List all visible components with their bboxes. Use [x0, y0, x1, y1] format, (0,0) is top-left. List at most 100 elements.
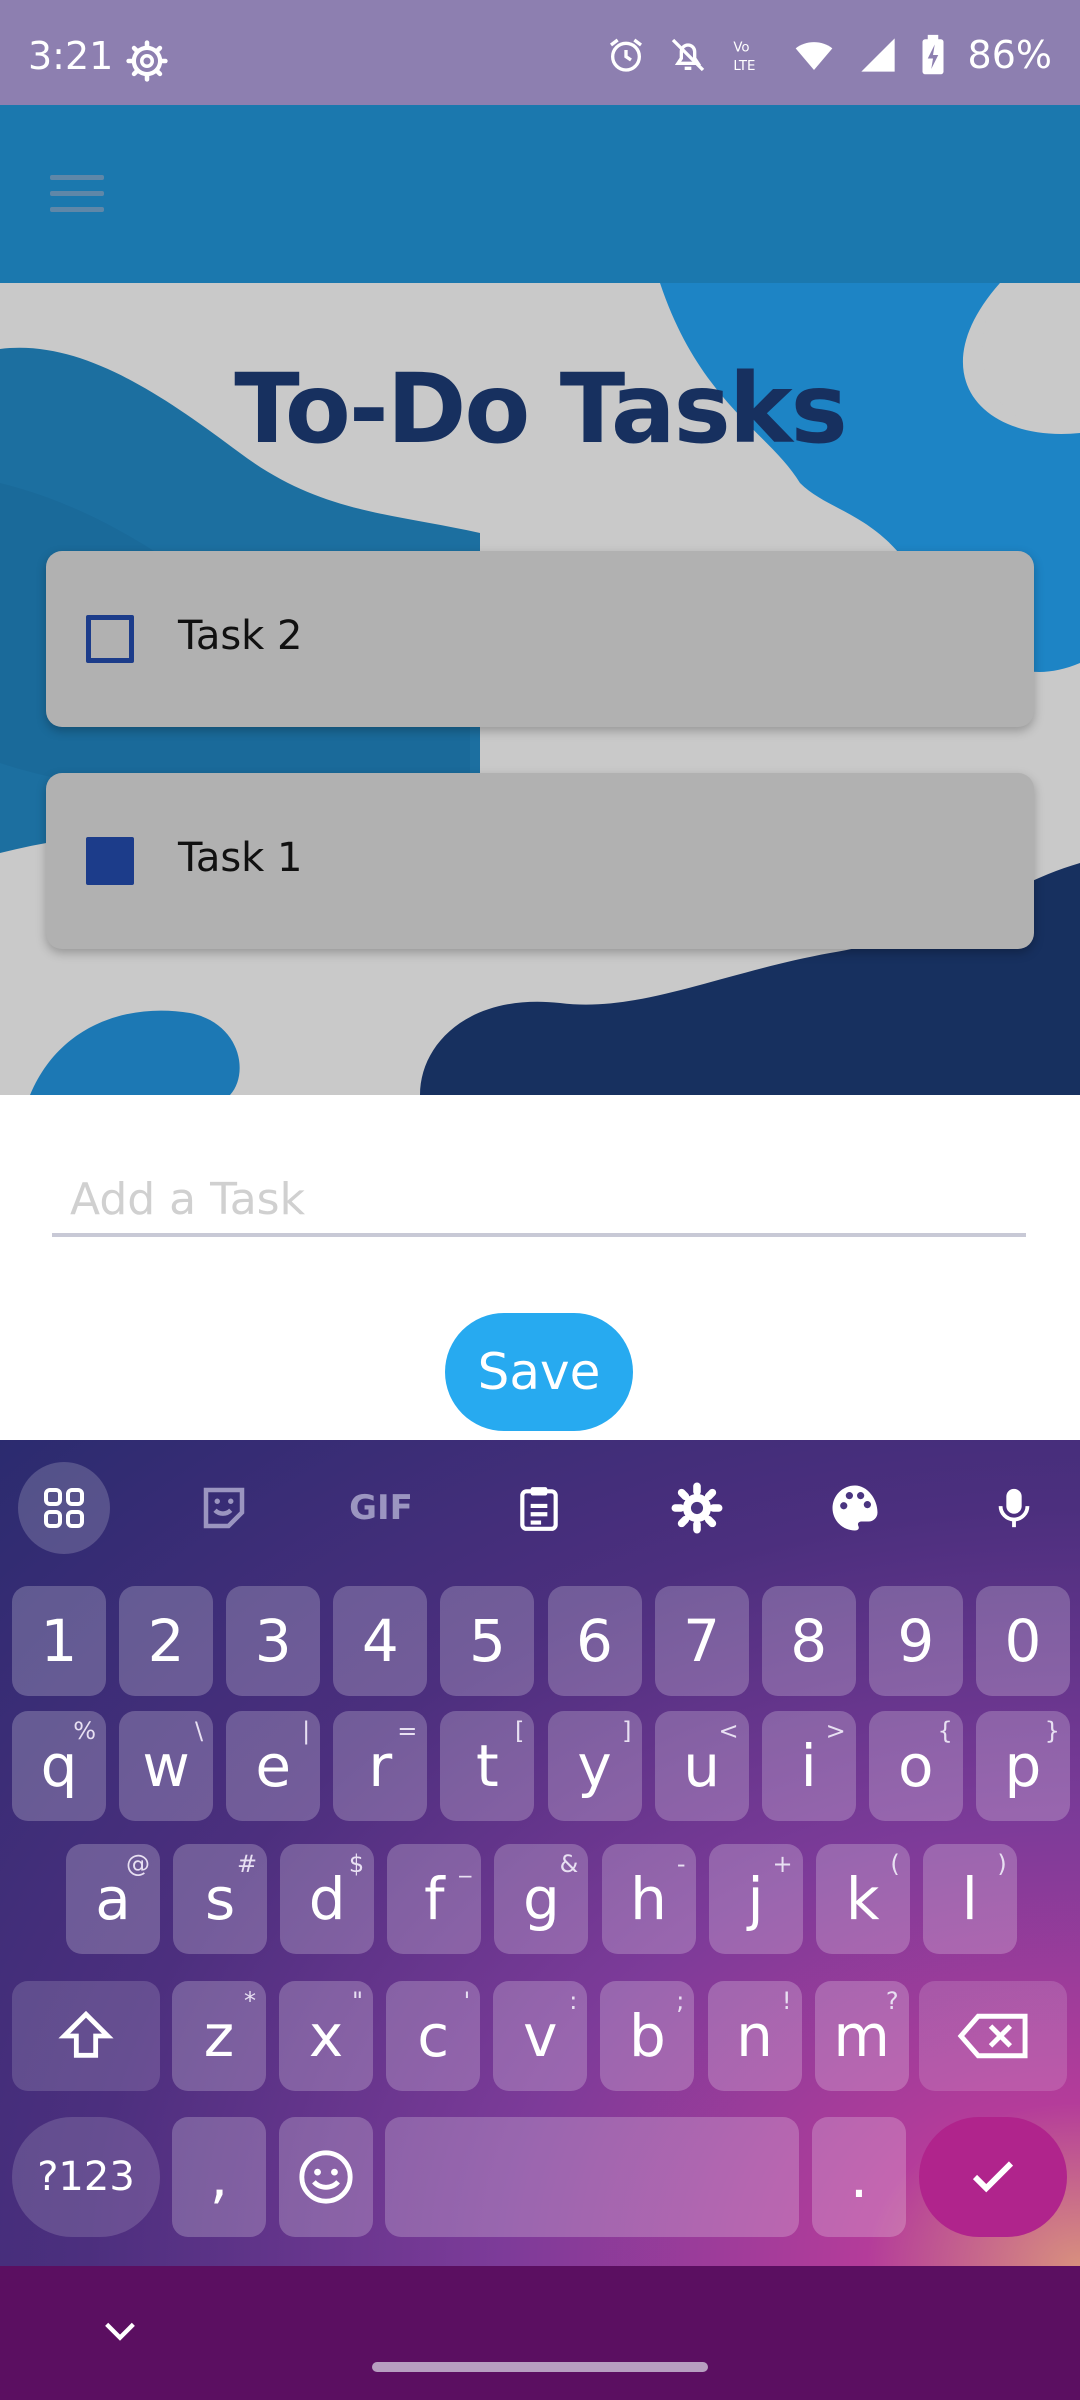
- key-label: e: [255, 1732, 292, 1800]
- symbols-key[interactable]: ?123: [12, 2117, 160, 2237]
- key-hint: $: [348, 1850, 365, 1878]
- keyboard-settings-icon[interactable]: [651, 1462, 743, 1554]
- key[interactable]: u <: [654, 1711, 749, 1821]
- key[interactable]: 8: [761, 1586, 856, 1696]
- key-label: 7: [683, 1607, 721, 1675]
- comma-key[interactable]: ,: [172, 2117, 266, 2237]
- app-bar: [0, 105, 1080, 283]
- key-hint: *: [244, 1987, 256, 2015]
- status-bar: 3:21 Vo LTE 86%: [0, 0, 1080, 105]
- key[interactable]: m?: [814, 1981, 909, 2091]
- key[interactable]: p}: [975, 1711, 1070, 1821]
- hamburger-menu-icon[interactable]: [50, 175, 104, 215]
- key[interactable]: k(: [815, 1844, 910, 1954]
- key[interactable]: j +: [708, 1844, 803, 1954]
- key-label: f: [424, 1865, 445, 1933]
- backspace-key[interactable]: [919, 1981, 1067, 2091]
- emoji-key[interactable]: [279, 2117, 373, 2237]
- key-hint: ): [997, 1850, 1007, 1878]
- volte-icon: Vo LTE: [733, 41, 755, 74]
- gif-label: GIF: [349, 1488, 413, 1528]
- key-label: i: [800, 1732, 817, 1800]
- apps-grid-icon[interactable]: [18, 1462, 110, 1554]
- home-gesture-bar[interactable]: [372, 2362, 708, 2372]
- key[interactable]: h-: [601, 1844, 696, 1954]
- key[interactable]: i >: [761, 1711, 856, 1821]
- key[interactable]: 0: [975, 1586, 1070, 1696]
- key[interactable]: 4: [333, 1586, 428, 1696]
- key-label: 4: [361, 1607, 399, 1675]
- key[interactable]: 9: [868, 1586, 963, 1696]
- task-checkbox[interactable]: [86, 615, 134, 663]
- palette-icon[interactable]: [809, 1462, 901, 1554]
- task-item[interactable]: Task 2: [46, 551, 1034, 727]
- key-label: j: [747, 1865, 764, 1933]
- key[interactable]: l): [922, 1844, 1017, 1954]
- key[interactable]: z *: [172, 1981, 266, 2091]
- backspace-icon: [957, 2013, 1028, 2059]
- key[interactable]: y]: [547, 1711, 642, 1821]
- key-hint: <: [718, 1717, 739, 1745]
- key-label: k: [845, 1865, 880, 1933]
- gif-button[interactable]: GIF: [335, 1462, 427, 1554]
- period-key[interactable]: .: [812, 2117, 906, 2237]
- key-label: 3: [254, 1607, 292, 1675]
- key[interactable]: 5: [440, 1586, 535, 1696]
- svg-text:LTE: LTE: [733, 59, 755, 74]
- key-hint: &: [559, 1850, 579, 1878]
- key[interactable]: 1: [12, 1586, 106, 1696]
- sticker-icon[interactable]: [178, 1462, 270, 1554]
- task-label: Task 2: [178, 613, 303, 659]
- task-label: Task 1: [178, 835, 303, 881]
- key[interactable]: d $: [280, 1844, 375, 1954]
- key-hint: ;: [676, 1987, 685, 2015]
- alarm-icon: [609, 38, 642, 72]
- key-label: 9: [897, 1607, 935, 1675]
- key-hint: {: [937, 1717, 953, 1745]
- key[interactable]: g &: [494, 1844, 589, 1954]
- key[interactable]: 2: [119, 1586, 214, 1696]
- key[interactable]: t[: [440, 1711, 535, 1821]
- key[interactable]: v:: [493, 1981, 588, 2091]
- key-hint: !: [781, 1987, 792, 2015]
- key[interactable]: r =: [333, 1711, 428, 1821]
- key[interactable]: x ": [279, 1981, 374, 2091]
- key[interactable]: b;: [600, 1981, 695, 2091]
- key[interactable]: f _: [387, 1844, 482, 1954]
- key[interactable]: 3: [226, 1586, 321, 1696]
- key[interactable]: e |: [226, 1711, 321, 1821]
- shift-key[interactable]: [12, 1981, 160, 2091]
- key-hint: (: [890, 1850, 900, 1878]
- page-title: To-Do Tasks: [234, 353, 848, 465]
- task-checkbox-checked[interactable]: [86, 837, 134, 885]
- microphone-icon[interactable]: [968, 1462, 1060, 1554]
- key[interactable]: w \: [119, 1711, 214, 1821]
- key-label: z: [203, 2002, 235, 2070]
- clipboard-icon[interactable]: [493, 1462, 585, 1554]
- key-hint: #: [236, 1850, 258, 1878]
- enter-key[interactable]: [919, 2117, 1067, 2237]
- save-button[interactable]: Save: [445, 1313, 633, 1431]
- key[interactable]: q%: [12, 1711, 106, 1821]
- space-key[interactable]: [385, 2117, 799, 2237]
- key-label: p: [1004, 1732, 1042, 1800]
- key[interactable]: c ': [386, 1981, 481, 2091]
- key[interactable]: 6: [547, 1586, 642, 1696]
- key[interactable]: s #: [173, 1844, 268, 1954]
- hide-keyboard-chevron-icon[interactable]: [100, 2316, 140, 2346]
- key[interactable]: n!: [707, 1981, 802, 2091]
- key[interactable]: a @: [66, 1844, 160, 1954]
- add-task-input[interactable]: [52, 1165, 1026, 1237]
- key-label: l: [961, 1865, 978, 1933]
- key-label: w: [142, 1732, 190, 1800]
- task-item[interactable]: Task 1: [46, 773, 1034, 949]
- key-label: r: [368, 1732, 393, 1800]
- key-hint: _: [459, 1850, 472, 1878]
- key-hint: ': [463, 1987, 471, 2015]
- key[interactable]: 7: [654, 1586, 749, 1696]
- key-hint: }: [1044, 1717, 1060, 1745]
- key-label: n: [736, 2002, 773, 2070]
- key-label: 0: [1004, 1607, 1042, 1675]
- key-hint: -: [676, 1850, 686, 1878]
- key[interactable]: o{: [868, 1711, 963, 1821]
